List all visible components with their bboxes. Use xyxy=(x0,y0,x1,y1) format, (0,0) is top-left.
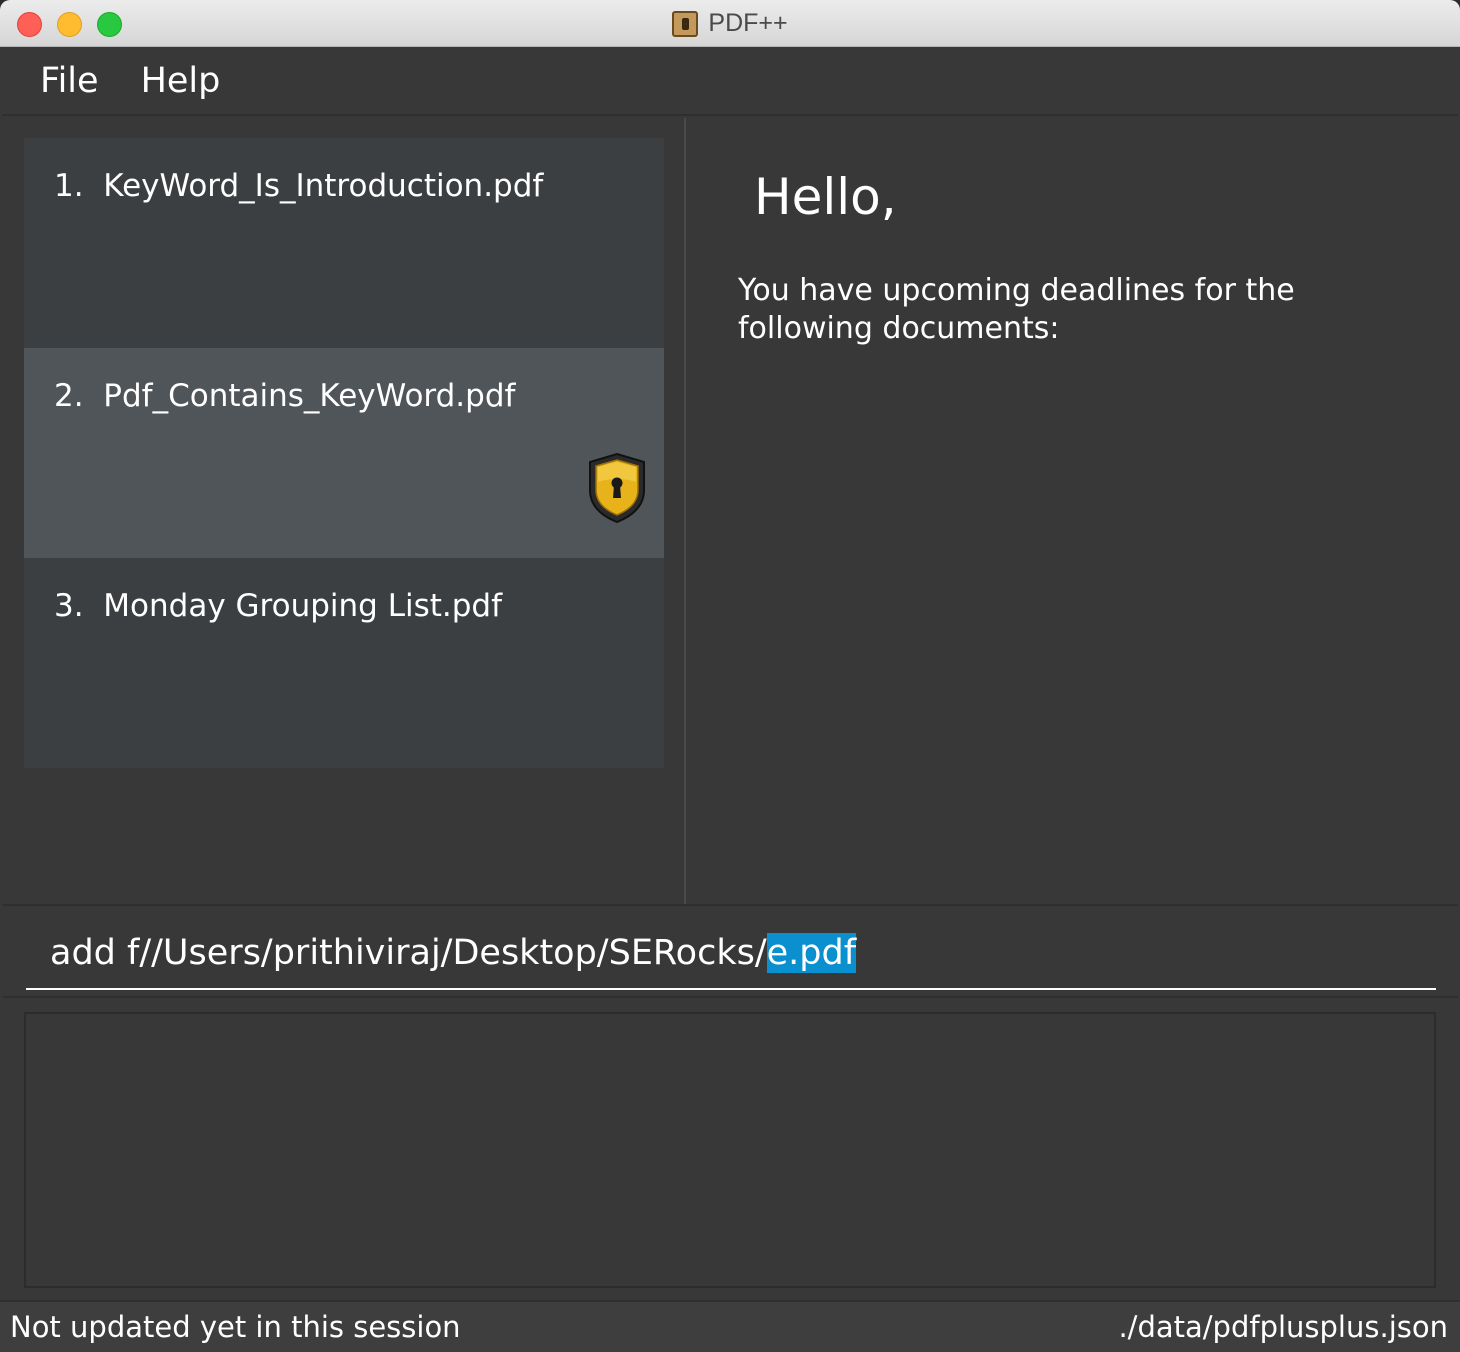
document-index: 3. xyxy=(54,588,84,624)
document-list[interactable]: 1. KeyWord_Is_Introduction.pdf 2. Pdf_Co… xyxy=(24,138,664,768)
menu-help[interactable]: Help xyxy=(141,61,221,101)
reminder-panel: Hello, You have upcoming deadlines for t… xyxy=(686,118,1458,904)
document-name: Pdf_Contains_KeyWord.pdf xyxy=(103,378,516,414)
document-list-panel: 1. KeyWord_Is_Introduction.pdf 2. Pdf_Co… xyxy=(3,118,684,904)
window-title: PDF++ xyxy=(708,9,788,37)
command-text: add f//Users/prithiviraj/Desktop/SERocks… xyxy=(50,933,767,973)
result-display[interactable] xyxy=(24,1012,1436,1288)
app-window: PDF++ File Help 1. KeyWord_Is_Introducti… xyxy=(0,0,1460,1352)
document-name: Monday Grouping List.pdf xyxy=(103,588,503,624)
deadline-message: You have upcoming deadlines for the foll… xyxy=(738,273,1295,346)
command-selected-text: e.pdf xyxy=(766,933,857,973)
document-label: 3. Monday Grouping List.pdf xyxy=(54,588,502,624)
status-bar: Not updated yet in this session ./data/p… xyxy=(0,1300,1460,1352)
document-name: KeyWord_Is_Introduction.pdf xyxy=(103,168,544,204)
document-index: 1. xyxy=(54,168,84,204)
title-bar[interactable]: PDF++ xyxy=(0,0,1460,47)
document-label: 1. KeyWord_Is_Introduction.pdf xyxy=(54,168,543,204)
command-box: add f//Users/prithiviraj/Desktop/SERocks… xyxy=(3,904,1458,998)
menu-bar: File Help xyxy=(2,47,1458,116)
command-input[interactable]: add f//Users/prithiviraj/Desktop/SERocks… xyxy=(26,926,1436,990)
save-location: ./data/pdfplusplus.json xyxy=(1118,1310,1448,1344)
document-card-1[interactable]: 1. KeyWord_Is_Introduction.pdf xyxy=(24,138,664,348)
window-title-group: PDF++ xyxy=(0,0,1460,47)
document-card-3[interactable]: 3. Monday Grouping List.pdf xyxy=(24,558,664,768)
menu-file[interactable]: File xyxy=(40,61,99,101)
document-label: 2. Pdf_Contains_KeyWord.pdf xyxy=(54,378,515,414)
sync-status: Not updated yet in this session xyxy=(10,1310,461,1344)
app-icon xyxy=(672,10,699,37)
document-card-2[interactable]: 2. Pdf_Contains_KeyWord.pdf xyxy=(24,348,664,558)
keyhole-shield-icon xyxy=(589,452,645,524)
document-index: 2. xyxy=(54,378,84,414)
greeting-heading: Hello, xyxy=(754,168,897,226)
